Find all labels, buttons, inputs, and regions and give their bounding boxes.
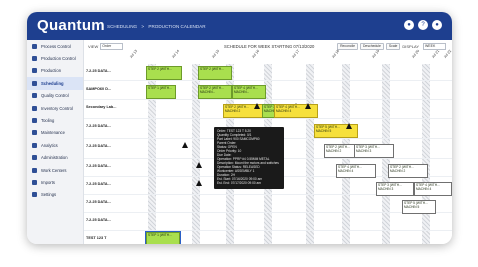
- row-label[interactable]: 7.2.25 DATA...: [86, 164, 121, 168]
- sidebar-item-production[interactable]: Production: [27, 65, 83, 77]
- quality-control-icon: [32, 93, 37, 99]
- sidebar-item-inventory-control[interactable]: Inventory Control: [27, 102, 83, 114]
- schedule-title: SCHEDULE FOR WEEK STARTING 07/13/2020: [224, 44, 315, 49]
- task-block[interactable]: STEP 5 (WITH... MACHIN 5: [314, 124, 358, 138]
- app-window: Quantum SCHEDULING > PRODUCTION CALENDAR…: [27, 12, 452, 244]
- work-centers-icon: [32, 167, 37, 173]
- production-control-icon: [32, 56, 37, 62]
- row-divider: [84, 118, 452, 119]
- toolbar: VIEW Order SCHEDULE FOR WEEK STARTING 07…: [84, 40, 452, 52]
- row-label[interactable]: 7.2.25 DATA...: [86, 182, 121, 186]
- row-label[interactable]: 7.2.25 DATA...: [86, 69, 121, 73]
- breadcrumb-separator: >: [141, 24, 145, 29]
- main-content: VIEW Order SCHEDULE FOR WEEK STARTING 07…: [84, 40, 452, 244]
- sidebar-item-production-control[interactable]: Production Control: [27, 52, 83, 64]
- imports-icon: [32, 179, 37, 185]
- row-divider: [84, 212, 452, 213]
- breadcrumb: SCHEDULING > PRODUCTION CALENDAR: [107, 24, 209, 29]
- task-block[interactable]: STEP 2 (WITH...: [198, 66, 232, 80]
- task-block[interactable]: STEP 4 (WITH... MACHIN 4: [274, 104, 318, 118]
- administration-icon: [32, 155, 37, 161]
- maintenance-icon: [32, 130, 37, 136]
- schedule-grid: Jul 13 Jul 14 Jul 15 Jul 16 Jul 17 Jul 1…: [84, 49, 452, 244]
- scheduling-icon: [32, 80, 37, 86]
- reconcile-button[interactable]: Reconcile: [337, 43, 358, 50]
- settings-icon: [32, 192, 37, 198]
- row-divider: [84, 99, 452, 100]
- notifications-icon[interactable]: ●: [404, 20, 414, 30]
- sidebar-item-analytics[interactable]: Analytics: [27, 139, 83, 151]
- scale-button[interactable]: Scale: [385, 43, 401, 50]
- sidebar-item-maintenance[interactable]: Maintenance: [27, 127, 83, 139]
- view-select[interactable]: Order: [100, 42, 124, 50]
- non-working-day: [306, 64, 314, 244]
- task-block[interactable]: STEP 5 (WITH... MACHIN 5: [402, 200, 436, 214]
- row-label[interactable]: 7.2.25 DATA...: [86, 218, 121, 222]
- row-label[interactable]: 7.2.25 DATA...: [86, 200, 121, 204]
- process-control-icon: [32, 43, 37, 49]
- sidebar-item-process-control[interactable]: Process Control: [27, 40, 83, 52]
- production-icon: [32, 68, 37, 74]
- sidebar-item-work-centers[interactable]: Work Centers: [27, 164, 83, 176]
- top-bar: Quantum SCHEDULING > PRODUCTION CALENDAR…: [27, 12, 452, 40]
- logo: Quantum: [37, 17, 105, 34]
- row-label[interactable]: Secondary Lab...: [86, 105, 121, 109]
- row-divider: [84, 80, 452, 81]
- sidebar-item-imports[interactable]: Imports: [27, 176, 83, 188]
- task-block[interactable]: STEP 2 (WITH... MACHIN...: [198, 85, 232, 99]
- row-label[interactable]: 7.2.25 DATA...: [86, 124, 121, 128]
- warning-icon: [182, 142, 188, 148]
- task-block[interactable]: STEP 1 (WITH...: [146, 85, 176, 99]
- task-block[interactable]: STEP 2 (WITH...: [146, 66, 182, 80]
- user-icon[interactable]: ●: [432, 20, 442, 30]
- breadcrumb-scheduling[interactable]: SCHEDULING: [107, 24, 137, 29]
- help-icon[interactable]: ?: [418, 20, 428, 30]
- sidebar-item-scheduling[interactable]: Scheduling: [27, 77, 83, 90]
- inventory-control-icon: [32, 105, 37, 111]
- view-label: VIEW: [88, 43, 99, 49]
- sidebar: Process Control Production Control Produ…: [27, 40, 84, 244]
- row-divider: [84, 230, 452, 231]
- sidebar-item-quality-control[interactable]: Quality Control: [27, 90, 83, 102]
- task-block[interactable]: STEP 2 (WITH... MACHIN 2: [223, 104, 267, 118]
- task-block[interactable]: STEP 4 (WITH... MACHIN 4: [414, 182, 452, 196]
- tooling-icon: [32, 118, 37, 124]
- task-block[interactable]: STEP 4 (WITH... MACHIN...: [232, 85, 266, 99]
- deschedule-button[interactable]: Deschedule: [359, 43, 384, 50]
- row-label[interactable]: 7.2.25 DATA...: [86, 144, 121, 148]
- task-block[interactable]: STEP 3 (WITH...MACHIN 3: [354, 144, 394, 158]
- task-block[interactable]: STEP 3 (WITH...MACHIN 3: [376, 182, 414, 196]
- task-tooltip: Order: TEST 123 T 5.20 Quantity Complete…: [214, 127, 284, 189]
- sidebar-item-settings[interactable]: Settings: [27, 189, 83, 201]
- non-working-day: [422, 64, 430, 244]
- task-block[interactable]: STEP 2 (WITH... MACHIN 2: [388, 164, 428, 178]
- breadcrumb-production-calendar: PRODUCTION CALENDAR: [148, 24, 206, 29]
- row-label[interactable]: TEST 123 T: [86, 236, 121, 240]
- display-select[interactable]: WEEK: [423, 43, 446, 50]
- task-block-selected[interactable]: STEP 1 (WITH...: [145, 231, 181, 244]
- analytics-icon: [32, 142, 37, 148]
- row-label[interactable]: SAMPO60 D...: [86, 87, 121, 91]
- task-block[interactable]: STEP 4 (WITH... MACHIN 4: [336, 164, 376, 178]
- sidebar-item-administration[interactable]: Administration: [27, 152, 83, 164]
- sidebar-item-tooling[interactable]: Tooling: [27, 114, 83, 126]
